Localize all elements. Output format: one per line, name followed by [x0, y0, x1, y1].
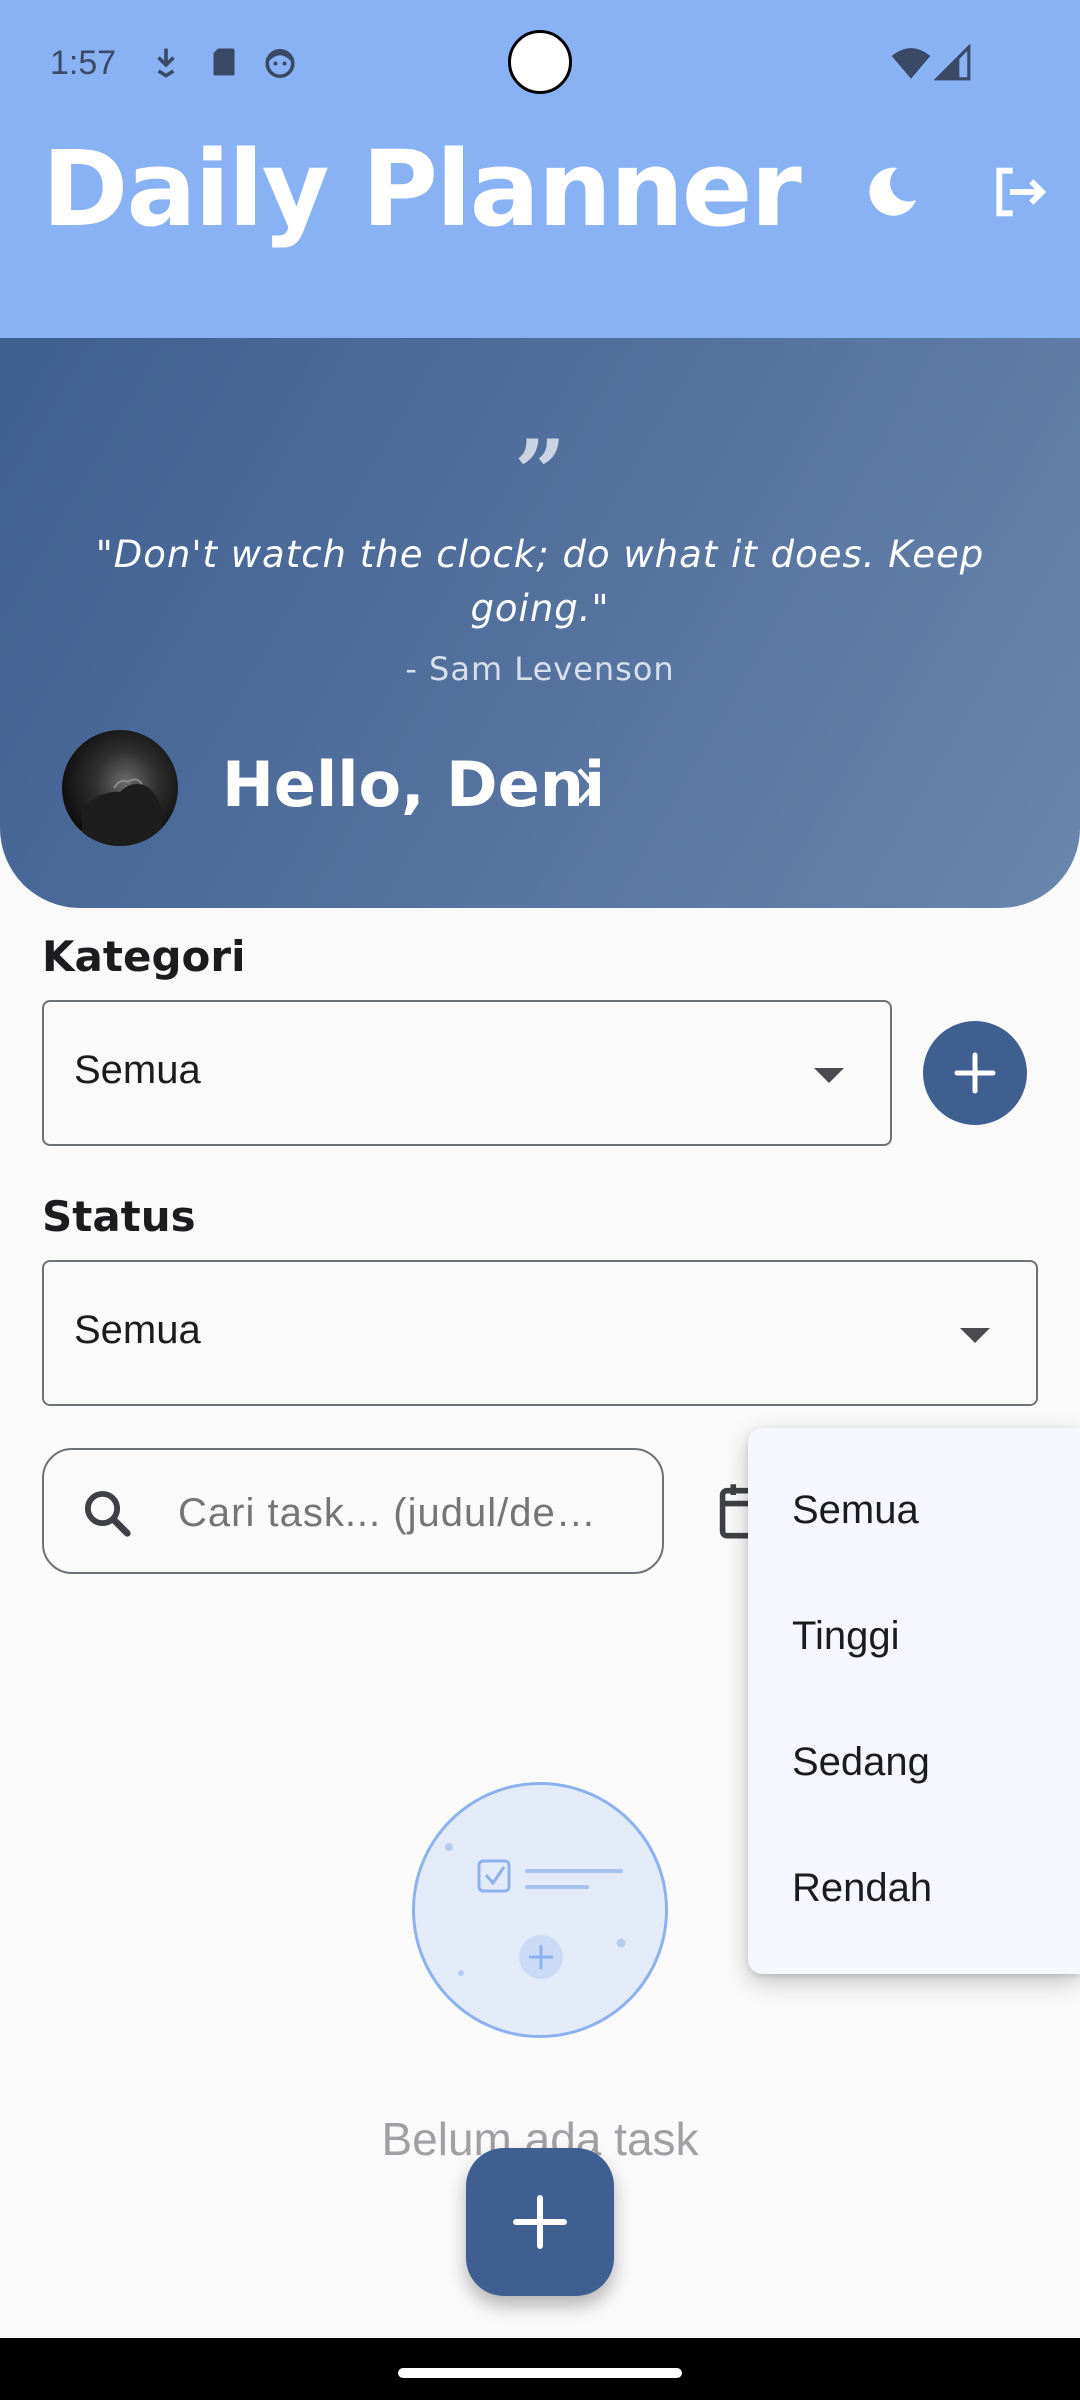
chevron-down-icon: [960, 1328, 990, 1343]
kategori-value: Semua: [74, 1048, 201, 1092]
menu-item-label: Tinggi: [792, 1614, 900, 1658]
kategori-dropdown[interactable]: Semua: [42, 1000, 892, 1146]
home-gesture-handle[interactable]: [398, 2368, 682, 2378]
quote-icon: ”: [514, 420, 566, 526]
search-box[interactable]: [42, 1448, 664, 1574]
empty-tasks-illustration: [412, 1782, 668, 2038]
status-time: 1:57: [50, 44, 117, 82]
menu-item-sedang[interactable]: Sedang: [748, 1700, 1080, 1826]
menu-item-label: Sedang: [792, 1740, 930, 1784]
plus-icon: [954, 1052, 996, 1094]
menu-item-rendah[interactable]: Rendah: [748, 1826, 1080, 1952]
status-dropdown[interactable]: Semua: [42, 1260, 1038, 1406]
screen: 1:57 Daily Planner ” "Don't watch the cl…: [0, 0, 1080, 2400]
quote-text: "Don't watch the clock; do what it does.…: [95, 533, 985, 630]
search-input[interactable]: [178, 1486, 638, 1540]
system-nav-bar: [0, 2338, 1080, 2400]
menu-item-semua[interactable]: Semua: [748, 1448, 1080, 1574]
avatar-image-icon: [82, 778, 162, 846]
add-category-button[interactable]: [923, 1021, 1027, 1125]
download-icon: [157, 48, 175, 78]
moon-icon[interactable]: [860, 160, 924, 224]
camera-cutout: [508, 30, 572, 94]
greeting-text[interactable]: Hello, Deni: [222, 748, 605, 821]
app-title: Daily Planner: [42, 128, 802, 250]
sd-card-icon: [213, 48, 235, 76]
chevron-down-icon: [814, 1068, 844, 1083]
priority-menu: Semua Tinggi Sedang Rendah: [748, 1428, 1080, 1974]
menu-item-label: Semua: [792, 1488, 919, 1532]
menu-item-label: Rendah: [792, 1866, 933, 1910]
empty-tasks-icon: [445, 1843, 626, 1979]
menu-item-tinggi[interactable]: Tinggi: [748, 1574, 1080, 1700]
add-task-fab[interactable]: [466, 2148, 614, 2296]
kategori-label: Kategori: [42, 932, 246, 981]
logout-icon[interactable]: [986, 160, 1050, 224]
wifi-icon: [891, 48, 931, 79]
chevron-right-icon[interactable]: [570, 761, 606, 811]
signal-icon: [934, 44, 971, 81]
quote-author: - Sam Levenson: [405, 650, 675, 688]
search-icon: [84, 1490, 131, 1537]
status-label: Status: [42, 1192, 196, 1241]
plus-icon: [513, 2195, 567, 2249]
status-bar: 1:57: [0, 0, 1080, 130]
avatar[interactable]: [62, 730, 178, 846]
app-bar: 1:57 Daily Planner: [0, 0, 1080, 338]
quote-banner: ” "Don't watch the clock; do what it doe…: [0, 338, 1080, 908]
face-icon: [265, 48, 295, 79]
status-value: Semua: [74, 1308, 201, 1352]
